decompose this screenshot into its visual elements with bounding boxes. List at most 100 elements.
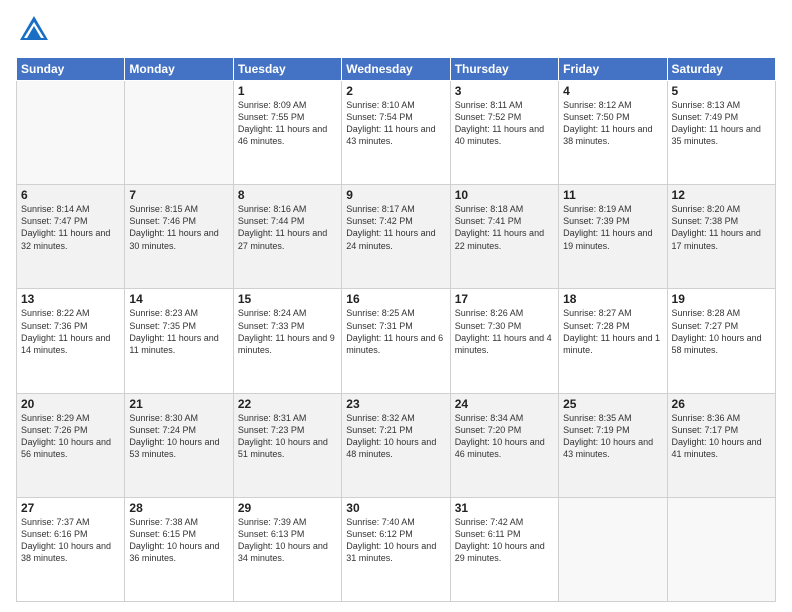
day-info: Sunrise: 8:27 AM Sunset: 7:28 PM Dayligh… <box>563 307 662 356</box>
day-cell <box>125 81 233 185</box>
day-number: 18 <box>563 292 662 306</box>
day-number: 21 <box>129 397 228 411</box>
day-number: 14 <box>129 292 228 306</box>
day-number: 5 <box>672 84 771 98</box>
weekday-tuesday: Tuesday <box>233 58 341 81</box>
day-number: 19 <box>672 292 771 306</box>
day-number: 27 <box>21 501 120 515</box>
day-info: Sunrise: 8:15 AM Sunset: 7:46 PM Dayligh… <box>129 203 228 252</box>
day-cell: 9Sunrise: 8:17 AM Sunset: 7:42 PM Daylig… <box>342 185 450 289</box>
day-info: Sunrise: 8:16 AM Sunset: 7:44 PM Dayligh… <box>238 203 337 252</box>
day-number: 4 <box>563 84 662 98</box>
day-number: 2 <box>346 84 445 98</box>
day-cell: 8Sunrise: 8:16 AM Sunset: 7:44 PM Daylig… <box>233 185 341 289</box>
day-cell: 11Sunrise: 8:19 AM Sunset: 7:39 PM Dayli… <box>559 185 667 289</box>
day-info: Sunrise: 8:19 AM Sunset: 7:39 PM Dayligh… <box>563 203 662 252</box>
day-cell: 12Sunrise: 8:20 AM Sunset: 7:38 PM Dayli… <box>667 185 775 289</box>
weekday-wednesday: Wednesday <box>342 58 450 81</box>
day-cell: 31Sunrise: 7:42 AM Sunset: 6:11 PM Dayli… <box>450 497 558 601</box>
page: SundayMondayTuesdayWednesdayThursdayFrid… <box>0 0 792 612</box>
day-cell <box>667 497 775 601</box>
day-info: Sunrise: 8:24 AM Sunset: 7:33 PM Dayligh… <box>238 307 337 356</box>
day-cell <box>17 81 125 185</box>
day-number: 10 <box>455 188 554 202</box>
day-info: Sunrise: 8:09 AM Sunset: 7:55 PM Dayligh… <box>238 99 337 148</box>
day-cell: 1Sunrise: 8:09 AM Sunset: 7:55 PM Daylig… <box>233 81 341 185</box>
day-cell: 18Sunrise: 8:27 AM Sunset: 7:28 PM Dayli… <box>559 289 667 393</box>
week-row-4: 20Sunrise: 8:29 AM Sunset: 7:26 PM Dayli… <box>17 393 776 497</box>
day-cell: 22Sunrise: 8:31 AM Sunset: 7:23 PM Dayli… <box>233 393 341 497</box>
day-cell: 26Sunrise: 8:36 AM Sunset: 7:17 PM Dayli… <box>667 393 775 497</box>
day-info: Sunrise: 8:22 AM Sunset: 7:36 PM Dayligh… <box>21 307 120 356</box>
day-number: 22 <box>238 397 337 411</box>
day-info: Sunrise: 7:38 AM Sunset: 6:15 PM Dayligh… <box>129 516 228 565</box>
day-number: 20 <box>21 397 120 411</box>
logo-icon <box>16 12 52 53</box>
day-cell: 28Sunrise: 7:38 AM Sunset: 6:15 PM Dayli… <box>125 497 233 601</box>
day-number: 7 <box>129 188 228 202</box>
day-cell: 30Sunrise: 7:40 AM Sunset: 6:12 PM Dayli… <box>342 497 450 601</box>
day-number: 31 <box>455 501 554 515</box>
day-number: 24 <box>455 397 554 411</box>
day-info: Sunrise: 8:26 AM Sunset: 7:30 PM Dayligh… <box>455 307 554 356</box>
day-cell: 15Sunrise: 8:24 AM Sunset: 7:33 PM Dayli… <box>233 289 341 393</box>
day-cell: 25Sunrise: 8:35 AM Sunset: 7:19 PM Dayli… <box>559 393 667 497</box>
logo <box>16 12 56 53</box>
weekday-friday: Friday <box>559 58 667 81</box>
weekday-sunday: Sunday <box>17 58 125 81</box>
day-cell: 7Sunrise: 8:15 AM Sunset: 7:46 PM Daylig… <box>125 185 233 289</box>
day-cell: 5Sunrise: 8:13 AM Sunset: 7:49 PM Daylig… <box>667 81 775 185</box>
day-number: 3 <box>455 84 554 98</box>
day-cell: 10Sunrise: 8:18 AM Sunset: 7:41 PM Dayli… <box>450 185 558 289</box>
day-info: Sunrise: 7:39 AM Sunset: 6:13 PM Dayligh… <box>238 516 337 565</box>
day-cell: 16Sunrise: 8:25 AM Sunset: 7:31 PM Dayli… <box>342 289 450 393</box>
day-info: Sunrise: 8:11 AM Sunset: 7:52 PM Dayligh… <box>455 99 554 148</box>
week-row-2: 6Sunrise: 8:14 AM Sunset: 7:47 PM Daylig… <box>17 185 776 289</box>
day-cell: 20Sunrise: 8:29 AM Sunset: 7:26 PM Dayli… <box>17 393 125 497</box>
day-cell: 14Sunrise: 8:23 AM Sunset: 7:35 PM Dayli… <box>125 289 233 393</box>
day-cell: 21Sunrise: 8:30 AM Sunset: 7:24 PM Dayli… <box>125 393 233 497</box>
day-number: 1 <box>238 84 337 98</box>
day-info: Sunrise: 8:18 AM Sunset: 7:41 PM Dayligh… <box>455 203 554 252</box>
day-info: Sunrise: 8:32 AM Sunset: 7:21 PM Dayligh… <box>346 412 445 461</box>
day-number: 13 <box>21 292 120 306</box>
day-info: Sunrise: 8:14 AM Sunset: 7:47 PM Dayligh… <box>21 203 120 252</box>
week-row-1: 1Sunrise: 8:09 AM Sunset: 7:55 PM Daylig… <box>17 81 776 185</box>
day-cell: 19Sunrise: 8:28 AM Sunset: 7:27 PM Dayli… <box>667 289 775 393</box>
day-info: Sunrise: 8:13 AM Sunset: 7:49 PM Dayligh… <box>672 99 771 148</box>
day-number: 8 <box>238 188 337 202</box>
weekday-thursday: Thursday <box>450 58 558 81</box>
day-cell: 27Sunrise: 7:37 AM Sunset: 6:16 PM Dayli… <box>17 497 125 601</box>
week-row-3: 13Sunrise: 8:22 AM Sunset: 7:36 PM Dayli… <box>17 289 776 393</box>
day-cell <box>559 497 667 601</box>
day-number: 25 <box>563 397 662 411</box>
day-cell: 29Sunrise: 7:39 AM Sunset: 6:13 PM Dayli… <box>233 497 341 601</box>
day-info: Sunrise: 8:29 AM Sunset: 7:26 PM Dayligh… <box>21 412 120 461</box>
day-cell: 3Sunrise: 8:11 AM Sunset: 7:52 PM Daylig… <box>450 81 558 185</box>
day-number: 26 <box>672 397 771 411</box>
day-cell: 23Sunrise: 8:32 AM Sunset: 7:21 PM Dayli… <box>342 393 450 497</box>
day-cell: 4Sunrise: 8:12 AM Sunset: 7:50 PM Daylig… <box>559 81 667 185</box>
day-number: 12 <box>672 188 771 202</box>
header <box>16 12 776 53</box>
day-number: 16 <box>346 292 445 306</box>
day-cell: 6Sunrise: 8:14 AM Sunset: 7:47 PM Daylig… <box>17 185 125 289</box>
day-number: 29 <box>238 501 337 515</box>
day-info: Sunrise: 8:34 AM Sunset: 7:20 PM Dayligh… <box>455 412 554 461</box>
day-number: 11 <box>563 188 662 202</box>
week-row-5: 27Sunrise: 7:37 AM Sunset: 6:16 PM Dayli… <box>17 497 776 601</box>
day-number: 28 <box>129 501 228 515</box>
day-info: Sunrise: 8:20 AM Sunset: 7:38 PM Dayligh… <box>672 203 771 252</box>
day-info: Sunrise: 7:37 AM Sunset: 6:16 PM Dayligh… <box>21 516 120 565</box>
day-number: 30 <box>346 501 445 515</box>
day-number: 23 <box>346 397 445 411</box>
weekday-saturday: Saturday <box>667 58 775 81</box>
day-cell: 17Sunrise: 8:26 AM Sunset: 7:30 PM Dayli… <box>450 289 558 393</box>
day-info: Sunrise: 8:28 AM Sunset: 7:27 PM Dayligh… <box>672 307 771 356</box>
day-number: 9 <box>346 188 445 202</box>
day-number: 6 <box>21 188 120 202</box>
day-info: Sunrise: 8:10 AM Sunset: 7:54 PM Dayligh… <box>346 99 445 148</box>
day-info: Sunrise: 7:40 AM Sunset: 6:12 PM Dayligh… <box>346 516 445 565</box>
day-info: Sunrise: 8:30 AM Sunset: 7:24 PM Dayligh… <box>129 412 228 461</box>
day-info: Sunrise: 8:12 AM Sunset: 7:50 PM Dayligh… <box>563 99 662 148</box>
